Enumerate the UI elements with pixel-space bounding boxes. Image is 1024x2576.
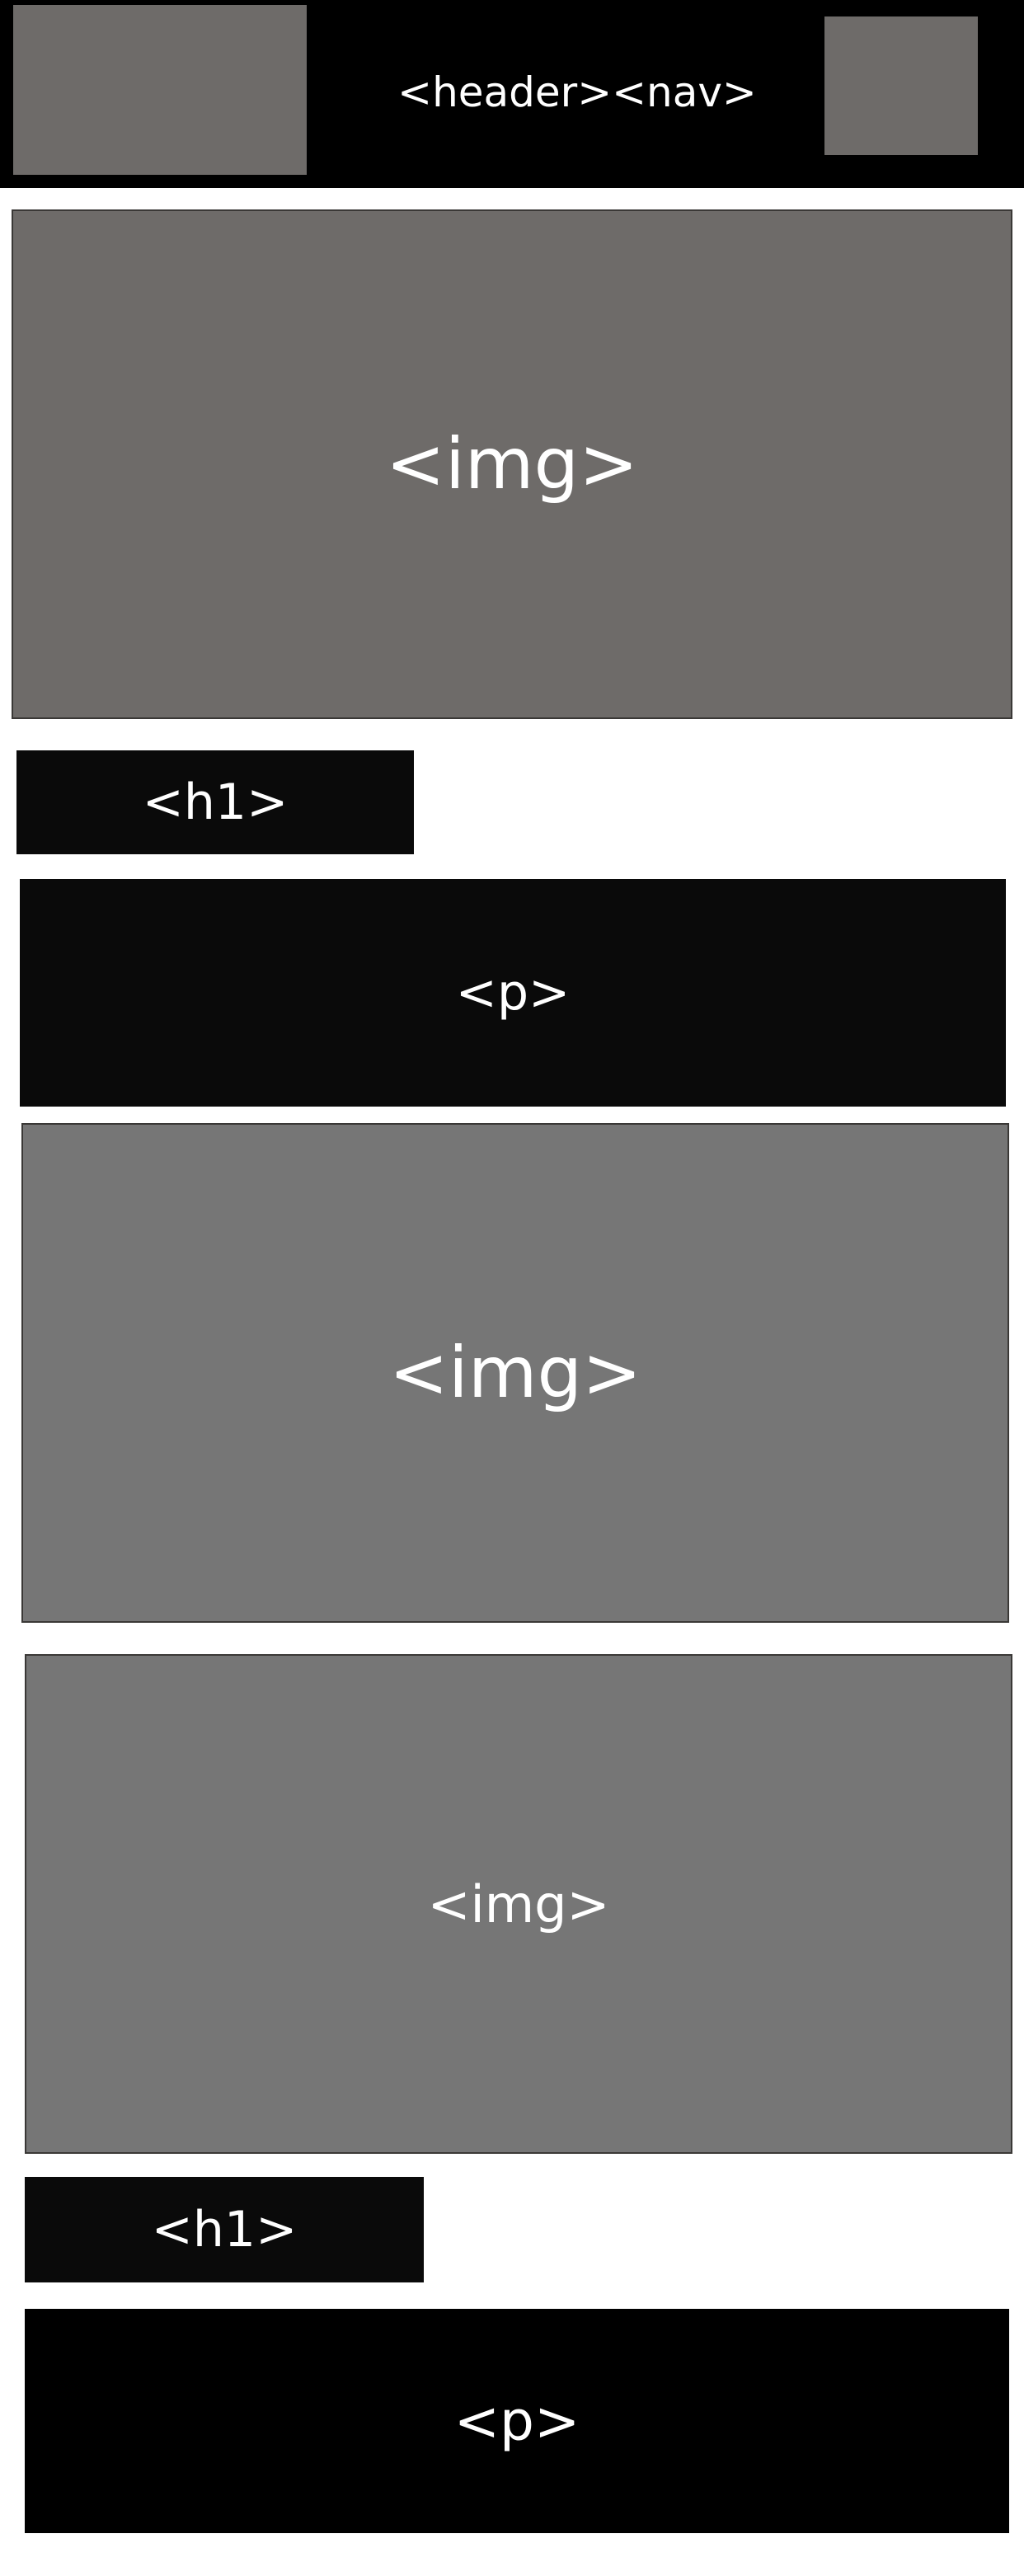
- image-block-2: <img>: [21, 1123, 1009, 1623]
- heading-block-1-label: <h1>: [142, 773, 289, 831]
- header-nav-label: <header><nav>: [346, 59, 808, 125]
- heading-block-2-label: <h1>: [151, 2201, 298, 2259]
- image-block-1: <img>: [12, 209, 1012, 719]
- paragraph-block-1-label: <p>: [455, 964, 571, 1022]
- header-logo-placeholder: [13, 5, 307, 175]
- paragraph-block-1: <p>: [20, 879, 1006, 1107]
- image-block-1-label: <img>: [385, 423, 639, 505]
- image-block-3-label: <img>: [427, 1873, 610, 1934]
- heading-block-2: <h1>: [25, 2177, 424, 2282]
- heading-block-1: <h1>: [16, 750, 414, 854]
- paragraph-block-2-label: <p>: [453, 2389, 580, 2453]
- header-nav-label-text: <header><nav>: [397, 68, 757, 116]
- paragraph-block-2: <p>: [25, 2309, 1009, 2533]
- image-block-2-label: <img>: [388, 1332, 642, 1414]
- image-block-3: <img>: [25, 1654, 1012, 2154]
- header-nav-placeholder: [824, 16, 978, 155]
